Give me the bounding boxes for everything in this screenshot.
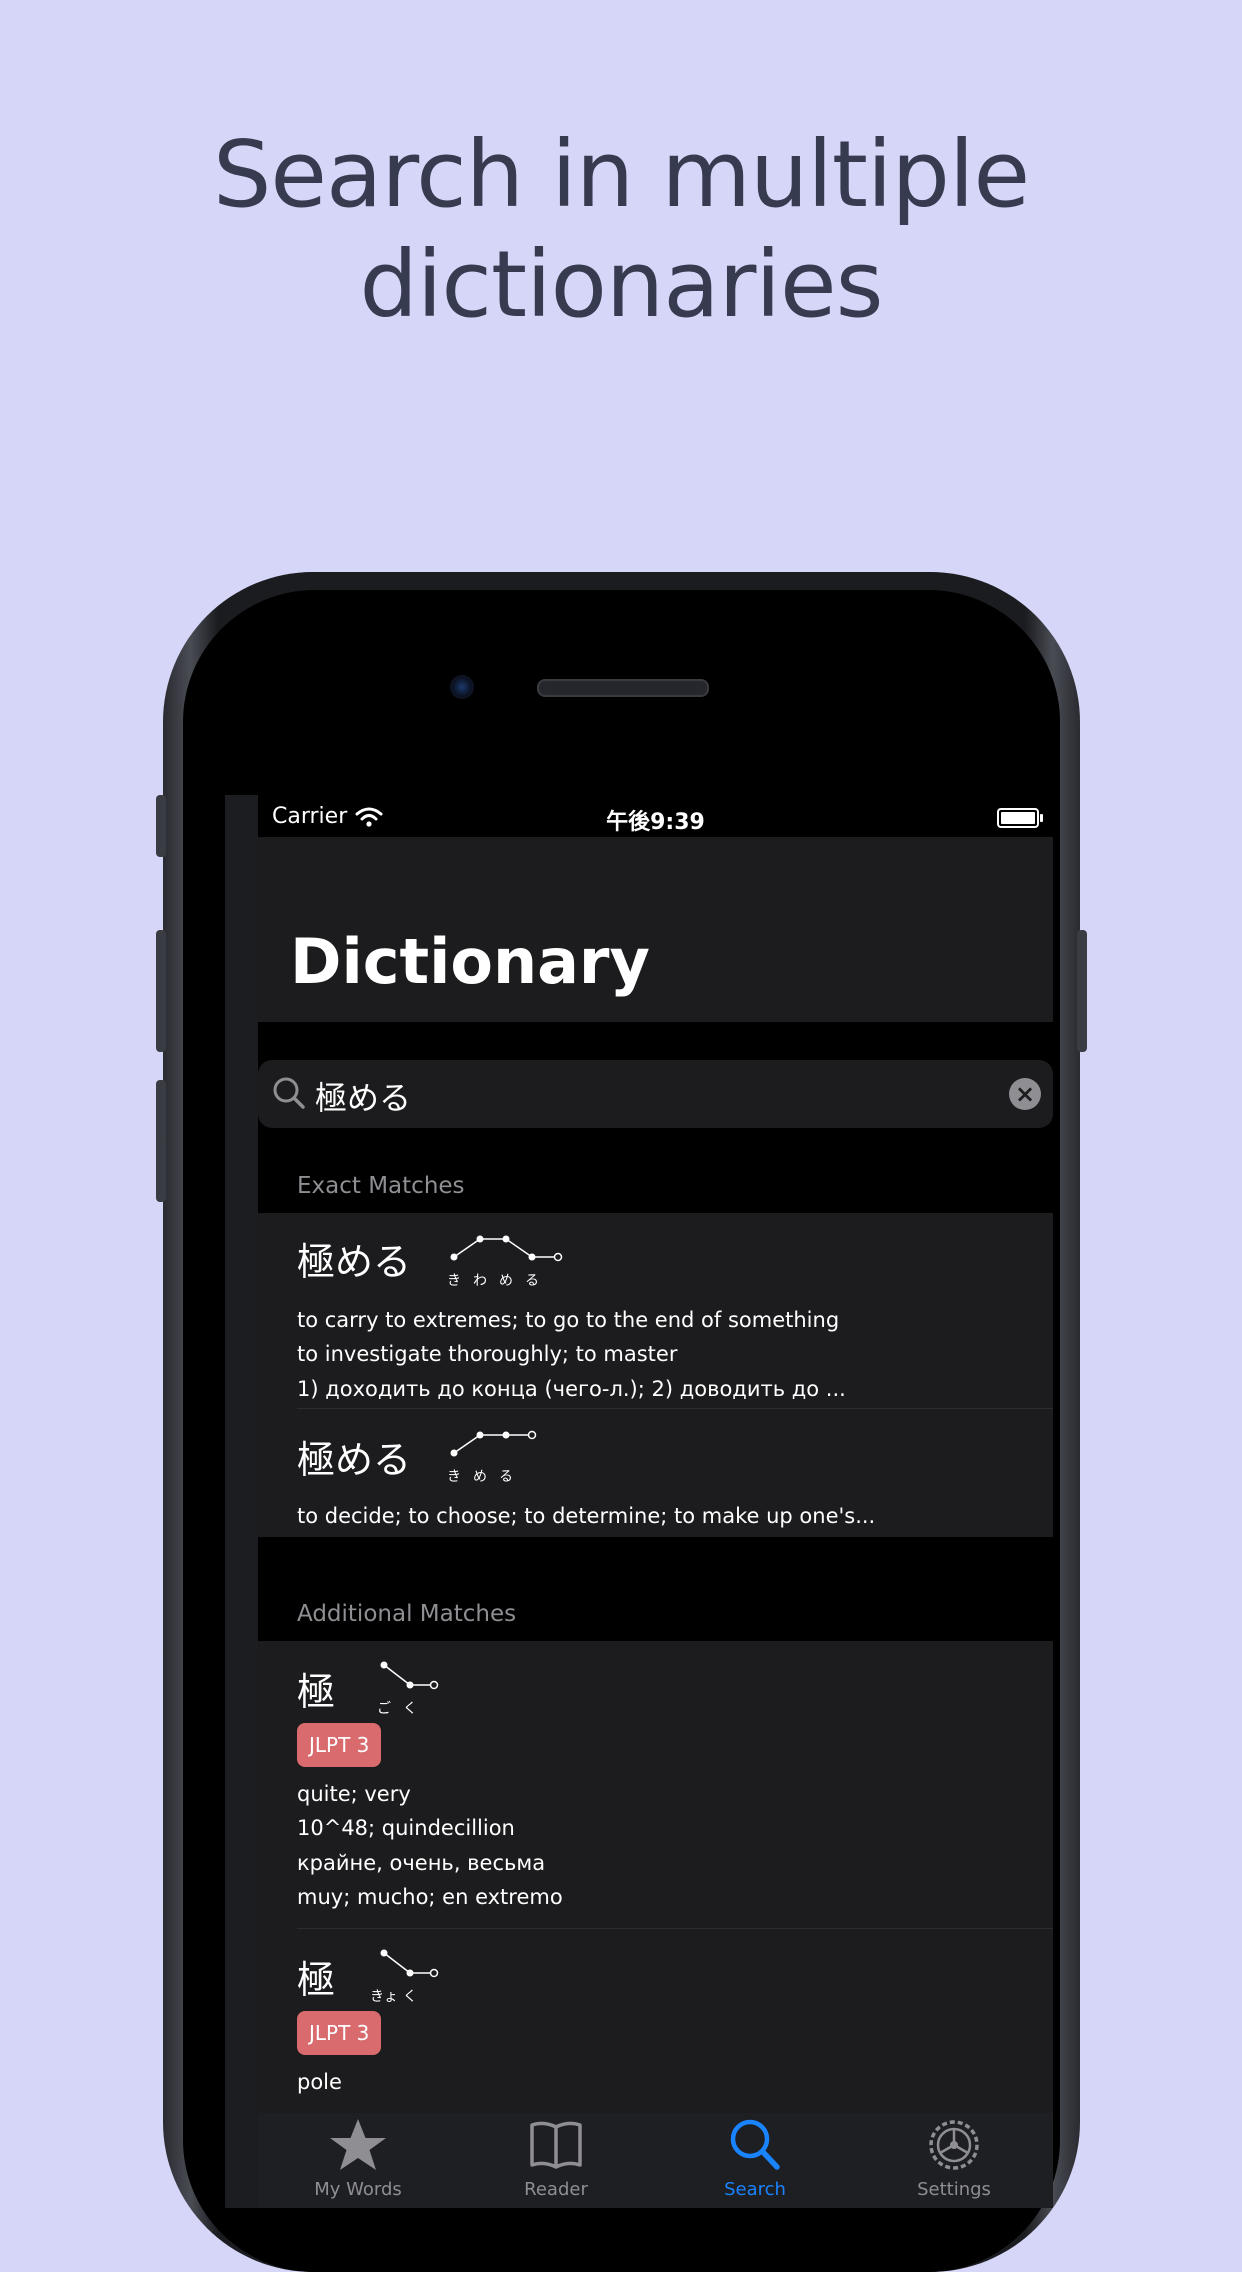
headline-line-2: dictionaries — [359, 231, 883, 338]
clear-search-button[interactable]: × — [1009, 1078, 1041, 1110]
search-icon — [273, 1077, 305, 1109]
tab-label: My Words — [314, 2179, 402, 2200]
tab-label: Reader — [524, 2179, 588, 2200]
list-item[interactable]: 極 ご く JLPT 3 quite; very 10^48; quindeci… — [258, 1641, 1053, 1929]
battery-icon — [997, 808, 1043, 828]
reading-kana: ご — [377, 1701, 391, 1717]
power-button — [1077, 930, 1087, 1052]
definition-line: 10^48; quindecillion — [297, 1816, 515, 1840]
gear-icon — [929, 2120, 979, 2170]
definition-line: muy; mucho; en extremo — [297, 1885, 563, 1909]
definition-line: to investigate thoroughly; to master — [297, 1342, 678, 1366]
tab-search[interactable]: Search — [655, 2117, 855, 2200]
entry-word: 極 — [297, 1670, 336, 1714]
reading-kana: め — [499, 1273, 513, 1289]
reading-kana: る — [525, 1273, 539, 1289]
app-screen: Carrier 午後9:39 Dictionary 極める × Exact Ma… — [258, 795, 1053, 2208]
entry-word: 極める — [297, 1438, 412, 1482]
section-header-additional: Additional Matches — [297, 1601, 517, 1627]
definition-line: крайне, очень, весьма — [297, 1851, 546, 1875]
earpiece-speaker — [537, 679, 709, 697]
page-title: Dictionary — [290, 925, 650, 998]
jlpt-badge: JLPT 3 — [297, 2011, 382, 2055]
star-icon — [330, 2119, 386, 2170]
silent-switch — [156, 795, 166, 857]
definition-line: quite; very — [297, 1782, 411, 1806]
front-camera — [450, 675, 474, 699]
marketing-headline: Search in multiple dictionaries — [0, 120, 1242, 340]
list-item[interactable]: 極める き め る to decide; to choose; to deter… — [258, 1409, 1053, 1537]
tab-label: Search — [724, 2179, 786, 2200]
reading-kana: きょ — [370, 1989, 398, 2005]
status-time: 午後9:39 — [606, 810, 705, 835]
reading-kana: き — [447, 1469, 461, 1485]
reading-kana: く — [403, 1989, 417, 2005]
status-bar: Carrier 午後9:39 — [258, 795, 1053, 837]
pitch-accent-diagram: きょ く — [370, 1949, 439, 2005]
definition-line: 1) доходить до конца (чего-л.); 2) довод… — [297, 1377, 846, 1401]
entry-word: 極める — [297, 1240, 412, 1284]
jlpt-badge: JLPT 3 — [297, 1723, 382, 1767]
tab-bar: My Words Reader Search Settings — [258, 2113, 1053, 2208]
definition-line: to carry to extremes; to go to the end o… — [297, 1308, 840, 1332]
pitch-accent-diagram: き わ め る — [447, 1235, 563, 1289]
search-input[interactable]: 極める — [315, 1073, 411, 1119]
magnifier-icon — [730, 2119, 780, 2170]
reading-kana: き — [447, 1273, 461, 1289]
entry-word: 極 — [297, 1958, 336, 2002]
reading-kana: く — [403, 1701, 417, 1717]
definition-line: to decide; to choose; to determine; to m… — [297, 1504, 876, 1528]
screen-edge — [225, 795, 258, 2208]
pitch-accent-diagram: き め る — [447, 1430, 537, 1485]
pitch-accent-diagram: ご く — [377, 1661, 439, 1717]
reading-kana: わ — [473, 1273, 487, 1289]
reading-kana: る — [499, 1469, 513, 1485]
tab-label: Settings — [917, 2179, 991, 2200]
list-item[interactable]: 極 きょ く JLPT 3 pole — [258, 1929, 1053, 2129]
reading-kana: め — [473, 1469, 487, 1485]
definition-line: pole — [297, 2070, 342, 2094]
tab-my-words[interactable]: My Words — [258, 2117, 458, 2200]
tab-reader[interactable]: Reader — [456, 2117, 656, 2200]
headline-line-1: Search in multiple — [212, 121, 1030, 228]
section-header-exact: Exact Matches — [297, 1173, 465, 1199]
tab-settings[interactable]: Settings — [854, 2117, 1053, 2200]
volume-up-button — [156, 930, 166, 1052]
navigation-bar: Dictionary — [258, 837, 1053, 1022]
list-item[interactable]: 極める き わ め る to carry to extremes; to go … — [258, 1213, 1053, 1409]
volume-down-button — [156, 1080, 166, 1202]
search-bar[interactable]: 極める × — [258, 1060, 1053, 1128]
book-icon — [530, 2121, 582, 2169]
